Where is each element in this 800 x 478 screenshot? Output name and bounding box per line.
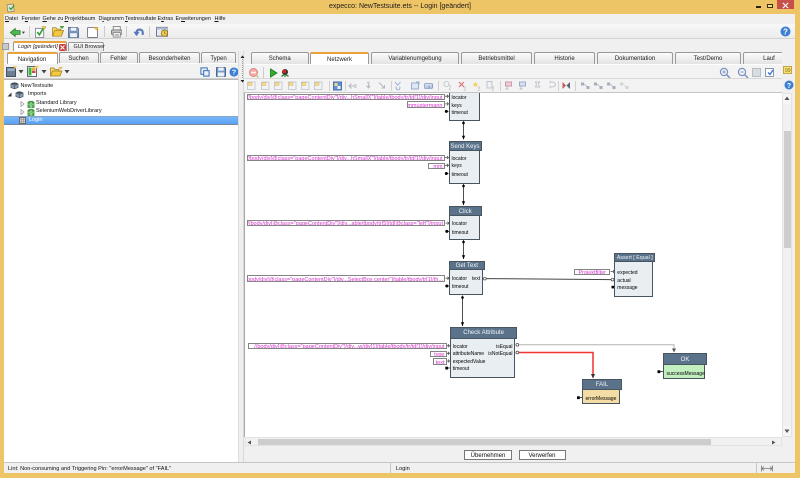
svg-text:?: ? — [783, 28, 788, 37]
svg-text:2: 2 — [464, 87, 467, 93]
svg-text:2: 2 — [478, 87, 481, 93]
svg-text:?: ? — [787, 83, 791, 90]
svg-text:cad: cad — [426, 84, 434, 89]
svg-text:2: 2 — [492, 87, 495, 93]
svg-text:?: ? — [232, 67, 237, 76]
